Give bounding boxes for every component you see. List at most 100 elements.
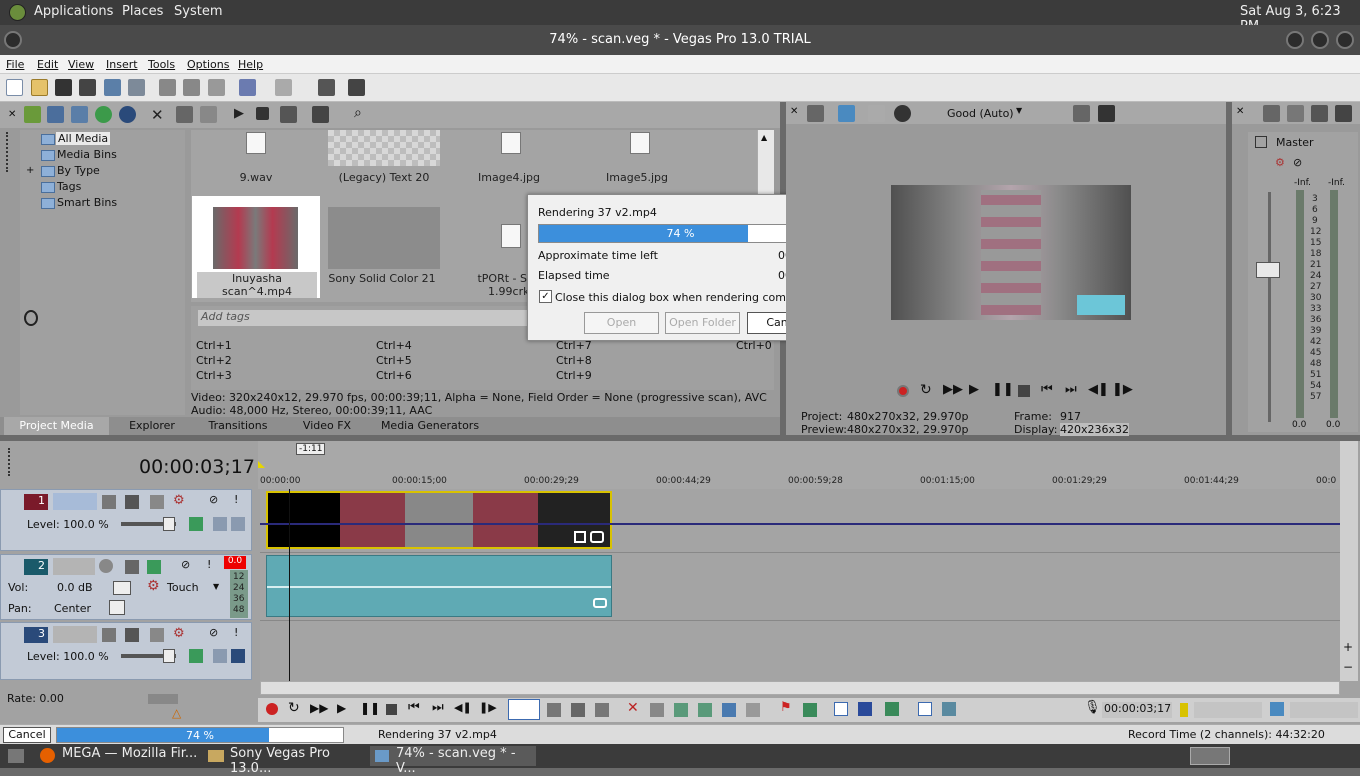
mute-icon[interactable]: ⊘ bbox=[209, 626, 218, 639]
go-to-start-icon[interactable]: ⏮ bbox=[1041, 382, 1053, 397]
tag-shortcut[interactable]: Ctrl+2 bbox=[196, 354, 232, 367]
event-crop-icon[interactable] bbox=[574, 531, 586, 543]
save-as-icon[interactable] bbox=[79, 79, 96, 96]
automation-icon[interactable]: ⚙ bbox=[147, 578, 160, 594]
prev-frame-icon[interactable]: ◀❚ bbox=[454, 701, 472, 714]
capture-video-icon[interactable] bbox=[47, 106, 64, 123]
master-box-icon[interactable] bbox=[1255, 136, 1267, 148]
go-to-end-icon[interactable]: ⏭ bbox=[432, 700, 444, 715]
motion-icon[interactable] bbox=[150, 495, 164, 509]
tag-shortcut[interactable]: Ctrl+6 bbox=[376, 369, 412, 382]
render-as-icon[interactable] bbox=[104, 79, 121, 96]
delete-icon[interactable]: ✕ bbox=[627, 700, 639, 716]
media-item-caption[interactable]: (Legacy) Text 20 bbox=[324, 171, 444, 184]
menu-tools[interactable]: Tools bbox=[148, 58, 175, 71]
tab-project-media[interactable]: Project Media bbox=[4, 417, 109, 435]
track-name-field[interactable] bbox=[53, 493, 97, 510]
tree-tags[interactable]: Tags bbox=[57, 180, 81, 193]
close-window-icon[interactable] bbox=[1336, 31, 1354, 49]
media-item-caption[interactable]: Sony Solid Color 21 bbox=[322, 272, 442, 285]
tag-shortcut[interactable]: Ctrl+5 bbox=[376, 354, 412, 367]
trim-icon[interactable] bbox=[650, 703, 664, 717]
vol-slider[interactable] bbox=[113, 581, 131, 595]
marker-icon[interactable]: ⚑ bbox=[780, 700, 792, 715]
copy-snapshot-icon[interactable] bbox=[1073, 105, 1090, 122]
loop-icon[interactable]: ↻ bbox=[920, 382, 932, 398]
stop-preview-icon[interactable] bbox=[256, 107, 269, 120]
applications-menu[interactable]: Applications bbox=[34, 4, 113, 19]
master-fader-handle[interactable] bbox=[1256, 262, 1280, 278]
redo-icon[interactable] bbox=[275, 79, 292, 96]
media-tags-icon[interactable] bbox=[200, 106, 217, 123]
remove-icon[interactable]: ✕ bbox=[151, 106, 164, 124]
record-icon[interactable] bbox=[266, 703, 278, 715]
zoom-tool-icon[interactable] bbox=[595, 703, 609, 717]
help-pointer-icon[interactable] bbox=[348, 79, 365, 96]
properties-icon[interactable] bbox=[128, 79, 145, 96]
lock-envelopes-icon[interactable] bbox=[918, 702, 932, 716]
track-name-field[interactable] bbox=[53, 626, 97, 643]
views-icon[interactable] bbox=[312, 106, 329, 123]
auto-crossfade-icon[interactable] bbox=[858, 702, 872, 716]
mute-icon[interactable]: ⊘ bbox=[1293, 156, 1302, 169]
selection-length-field[interactable] bbox=[1194, 702, 1262, 718]
arrow-down-icon[interactable] bbox=[213, 517, 227, 531]
window-titlebar[interactable]: 74% - scan.veg * - Vegas Pro 13.0 TRIAL bbox=[0, 25, 1360, 55]
search-icon[interactable]: ⌕ bbox=[354, 105, 362, 121]
save-icon[interactable] bbox=[55, 79, 72, 96]
chevron-down-icon[interactable]: ▼ bbox=[213, 582, 219, 591]
selection-end-field[interactable] bbox=[1290, 702, 1358, 718]
play-preview-icon[interactable]: ▶ bbox=[234, 106, 244, 121]
loop-icon[interactable]: ↻ bbox=[288, 700, 300, 716]
pause-icon[interactable]: ❚❚ bbox=[992, 382, 1014, 397]
task-file-manager[interactable]: Sony Vegas Pro 13.0... bbox=[204, 746, 368, 776]
tree-smart-bins[interactable]: Smart Bins bbox=[57, 196, 117, 209]
loop-region-icon[interactable] bbox=[1180, 703, 1188, 717]
menu-options[interactable]: Options bbox=[187, 58, 229, 71]
arm-record-icon[interactable] bbox=[99, 559, 113, 573]
tag-shortcut[interactable]: Ctrl+1 bbox=[196, 339, 232, 352]
go-to-start-icon[interactable]: ⏮ bbox=[408, 700, 420, 715]
media-fx-icon[interactable] bbox=[119, 106, 136, 123]
tag-shortcut[interactable]: Ctrl+3 bbox=[196, 369, 232, 382]
transport-timecode[interactable]: 00:00:03;17 bbox=[1102, 702, 1172, 718]
mic-icon[interactable]: 🎙 bbox=[1084, 700, 1101, 715]
video-event[interactable] bbox=[266, 491, 612, 549]
loop-region-icon[interactable] bbox=[258, 461, 265, 468]
preview-quality-dropdown[interactable]: Good (Auto) bbox=[947, 107, 1014, 120]
play-icon[interactable]: ▶ bbox=[969, 382, 979, 397]
task-vegas[interactable]: 74% - scan.veg * - V... bbox=[370, 746, 536, 776]
rate-slider[interactable] bbox=[148, 694, 178, 704]
get-media-icon[interactable] bbox=[71, 106, 88, 123]
track-name-field[interactable] bbox=[53, 558, 95, 575]
solo-icon[interactable]: ! bbox=[234, 626, 238, 639]
new-icon[interactable] bbox=[6, 79, 23, 96]
peak-meter-value[interactable]: 0.0 bbox=[224, 556, 246, 569]
solo-icon[interactable]: ! bbox=[234, 493, 238, 506]
expand-icon[interactable]: + bbox=[26, 165, 34, 176]
track-fx-icon[interactable]: ⚙ bbox=[173, 493, 185, 508]
tag-shortcut[interactable]: Ctrl+8 bbox=[556, 354, 592, 367]
zoom-in-icon[interactable]: + bbox=[1341, 640, 1355, 654]
image-icon[interactable] bbox=[1270, 702, 1284, 716]
menu-edit[interactable]: Edit bbox=[37, 58, 58, 71]
event-fx-icon[interactable] bbox=[593, 598, 607, 608]
zoom-out-icon[interactable]: − bbox=[1341, 660, 1355, 674]
tag-shortcut[interactable]: Ctrl+9 bbox=[556, 369, 592, 382]
workspace-switcher[interactable] bbox=[1190, 747, 1230, 765]
add-tags-input[interactable]: Add tags bbox=[198, 310, 528, 326]
open-button[interactable]: Open bbox=[584, 312, 659, 334]
timeline-hscroll[interactable] bbox=[260, 681, 1340, 695]
record-icon[interactable] bbox=[897, 385, 909, 397]
arrow-down-icon[interactable] bbox=[213, 649, 227, 663]
cursor-marker[interactable]: -1:11 bbox=[296, 443, 326, 455]
explode-icon[interactable] bbox=[318, 79, 335, 96]
next-frame-icon[interactable]: ❚▶ bbox=[1112, 382, 1133, 397]
panel-grip[interactable] bbox=[8, 448, 11, 476]
split-screen-icon[interactable] bbox=[868, 105, 885, 122]
auto-preview-icon[interactable] bbox=[280, 106, 297, 123]
tab-transitions[interactable]: Transitions bbox=[198, 419, 278, 432]
play-from-start-icon[interactable]: ▶▶ bbox=[943, 382, 963, 397]
invert-phase-icon[interactable] bbox=[125, 560, 139, 574]
refresh-icon[interactable] bbox=[95, 106, 112, 123]
